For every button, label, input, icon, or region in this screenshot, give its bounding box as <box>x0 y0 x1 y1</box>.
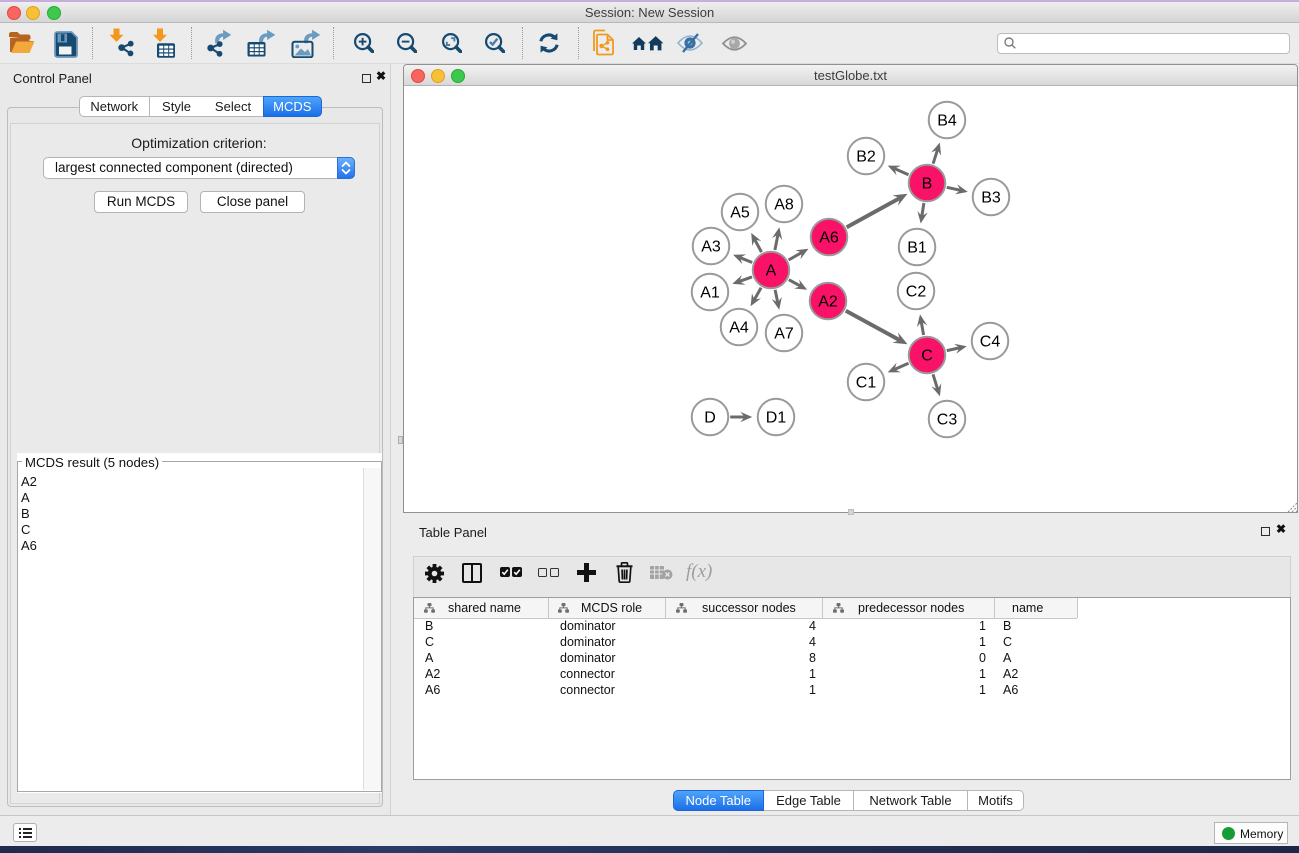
svg-text:B4: B4 <box>937 113 957 130</box>
svg-text:C2: C2 <box>906 284 927 301</box>
svg-text:C3: C3 <box>937 412 958 429</box>
svg-text:A6: A6 <box>819 230 839 247</box>
svg-text:A8: A8 <box>774 197 794 214</box>
svg-text:B2: B2 <box>856 149 876 166</box>
svg-text:C1: C1 <box>856 375 877 392</box>
svg-text:D: D <box>704 410 716 427</box>
svg-text:B1: B1 <box>907 240 927 257</box>
svg-text:B3: B3 <box>981 190 1001 207</box>
svg-text:D1: D1 <box>766 410 787 427</box>
svg-text:C: C <box>921 348 933 365</box>
svg-text:A1: A1 <box>700 285 720 302</box>
svg-text:A7: A7 <box>774 326 794 343</box>
svg-text:C4: C4 <box>980 334 1001 351</box>
svg-text:A2: A2 <box>818 294 838 311</box>
svg-text:B: B <box>922 176 933 193</box>
svg-text:A4: A4 <box>729 320 749 337</box>
svg-text:A5: A5 <box>730 205 750 222</box>
svg-text:A3: A3 <box>701 239 721 256</box>
svg-text:A: A <box>766 263 777 280</box>
